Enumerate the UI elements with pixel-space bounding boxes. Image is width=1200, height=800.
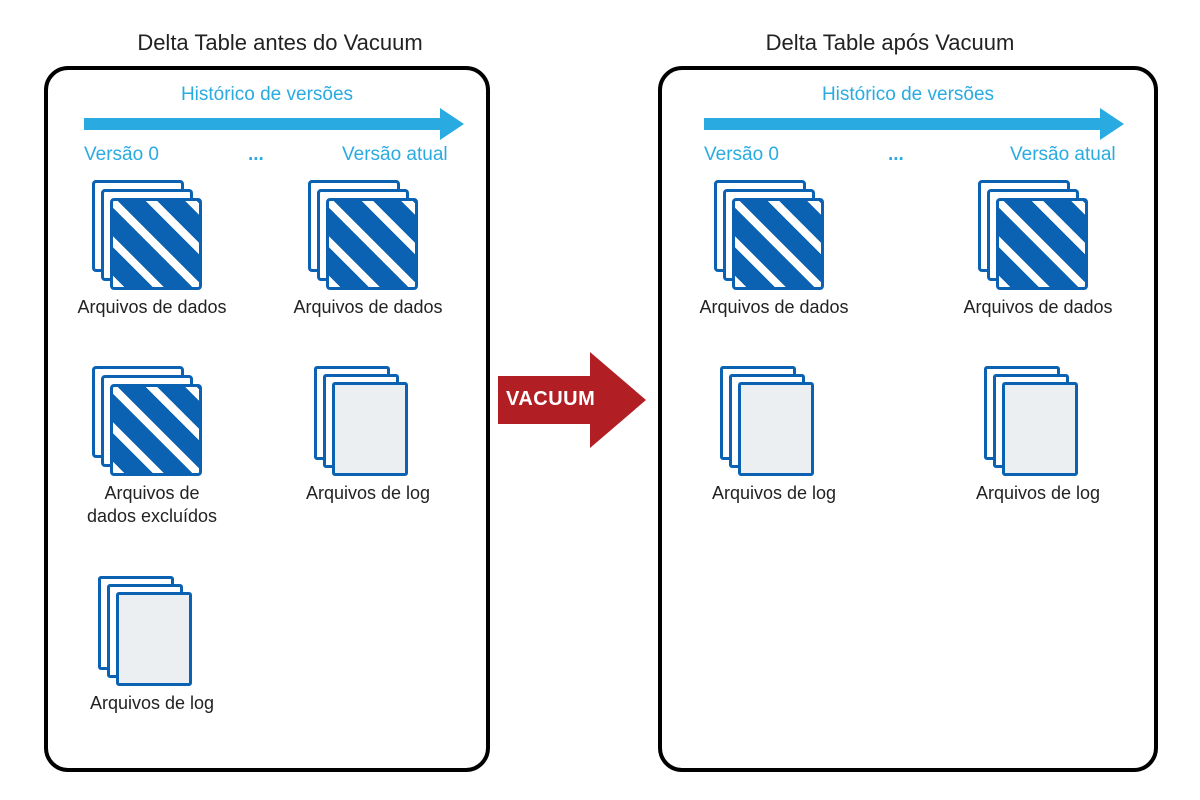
cell-caption: Arquivos de dados bbox=[278, 296, 458, 319]
before-version-start: Versão 0 bbox=[84, 144, 159, 166]
after-cell-v0-log: Arquivos de log bbox=[684, 366, 864, 505]
data-files-icon bbox=[92, 180, 212, 290]
cell-caption: Arquivos de log bbox=[948, 482, 1128, 505]
before-panel-title: Delta Table antes do Vacuum bbox=[110, 30, 450, 56]
before-cell-v0-deleted: Arquivos de dados excluídos bbox=[62, 366, 242, 527]
after-cell-v0-data: Arquivos de dados bbox=[684, 180, 864, 319]
before-cell-cur-log: Arquivos de log bbox=[278, 366, 458, 505]
deleted-data-files-icon bbox=[92, 366, 212, 476]
log-files-icon bbox=[978, 366, 1098, 476]
after-cell-cur-log: Arquivos de log bbox=[948, 366, 1128, 505]
vacuum-label: VACUUM bbox=[506, 388, 595, 411]
after-version-ellipsis: ... bbox=[888, 144, 904, 166]
before-history-label: Histórico de versões bbox=[48, 84, 486, 106]
cell-caption: Arquivos de log bbox=[62, 692, 242, 715]
after-history-arrow-icon bbox=[704, 114, 1124, 134]
log-files-icon bbox=[714, 366, 834, 476]
after-history-label: Histórico de versões bbox=[662, 84, 1154, 106]
after-cell-cur-data: Arquivos de dados bbox=[948, 180, 1128, 319]
before-version-ellipsis: ... bbox=[248, 144, 264, 166]
cell-caption: Arquivos de dados bbox=[684, 296, 864, 319]
before-cell-v0-log: Arquivos de log bbox=[62, 576, 242, 715]
before-panel: Histórico de versões Versão 0 ... Versão… bbox=[44, 66, 490, 772]
after-version-start: Versão 0 bbox=[704, 144, 779, 166]
before-history-arrow-icon bbox=[84, 114, 464, 134]
after-version-end: Versão atual bbox=[1010, 144, 1116, 166]
data-files-icon bbox=[978, 180, 1098, 290]
cell-caption: Arquivos de dados bbox=[948, 296, 1128, 319]
cell-caption: Arquivos de log bbox=[684, 482, 864, 505]
data-files-icon bbox=[308, 180, 428, 290]
before-cell-cur-data: Arquivos de dados bbox=[278, 180, 458, 319]
cell-caption: Arquivos de log bbox=[278, 482, 458, 505]
before-version-end: Versão atual bbox=[342, 144, 448, 166]
cell-caption: Arquivos de dados bbox=[62, 296, 242, 319]
before-cell-v0-data: Arquivos de dados bbox=[62, 180, 242, 319]
cell-caption: Arquivos de dados excluídos bbox=[62, 482, 242, 527]
log-files-icon bbox=[308, 366, 428, 476]
log-files-icon bbox=[92, 576, 212, 686]
data-files-icon bbox=[714, 180, 834, 290]
after-panel: Histórico de versões Versão 0 ... Versão… bbox=[658, 66, 1158, 772]
after-panel-title: Delta Table após Vacuum bbox=[720, 30, 1060, 56]
